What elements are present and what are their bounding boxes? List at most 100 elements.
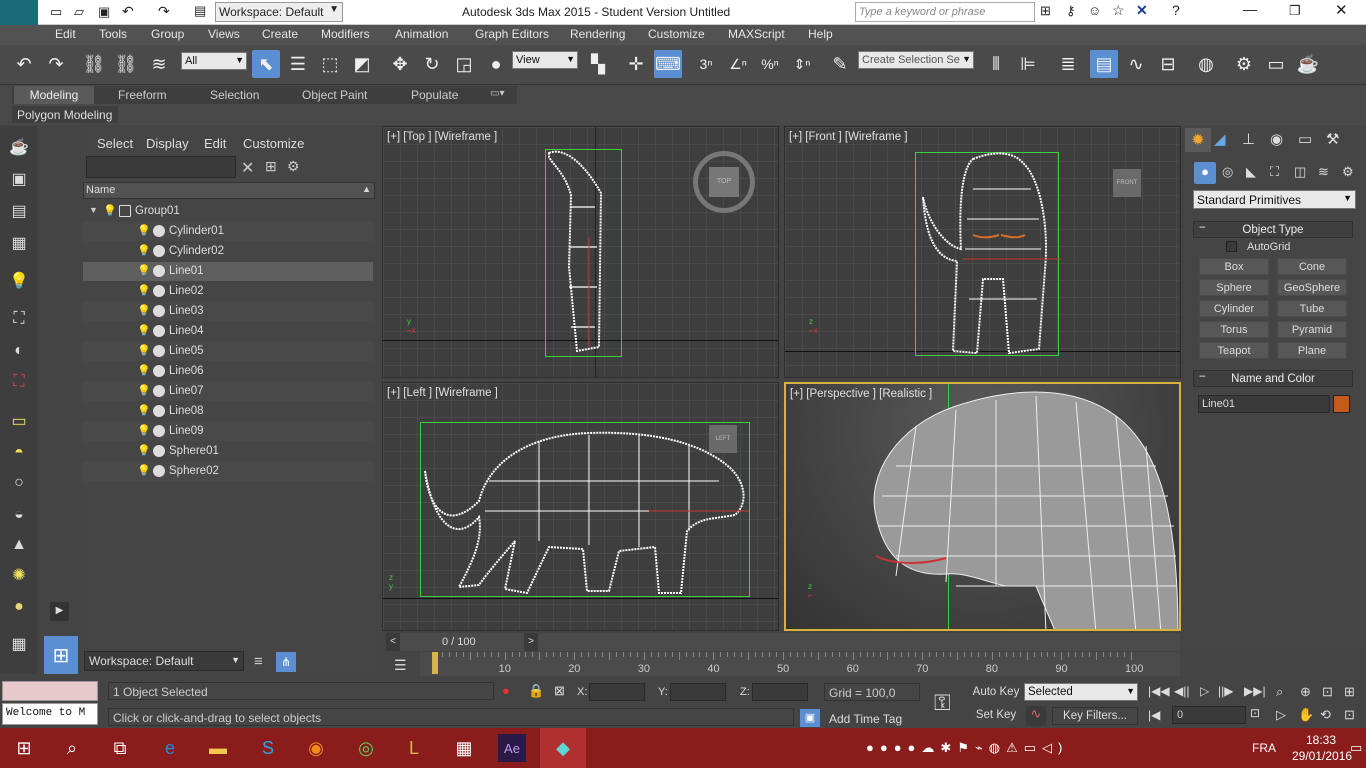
clock-time[interactable]: 18:33: [1306, 733, 1336, 747]
visibility-bulb-icon[interactable]: 💡: [137, 244, 151, 257]
save-icon[interactable]: ▣: [98, 4, 110, 20]
explorer-menu-display[interactable]: Display: [146, 136, 189, 151]
scene-explorer-icon[interactable]: ▤: [1090, 50, 1118, 78]
explorer-menu-select[interactable]: Select: [97, 136, 133, 151]
edge-icon[interactable]: e: [156, 734, 184, 762]
maximize-viewport-icon[interactable]: ⊡: [1344, 707, 1355, 723]
visibility-bulb-icon[interactable]: 💡: [137, 364, 151, 377]
add-time-tag[interactable]: Add Time Tag: [829, 712, 902, 726]
table-row[interactable]: 💡 Line03: [83, 302, 373, 321]
star-icon[interactable]: ☆: [1112, 2, 1125, 19]
select-object-icon[interactable]: ⬉: [252, 50, 280, 78]
column-header-name[interactable]: Name ▲: [83, 182, 375, 199]
explorer-search-input[interactable]: [86, 156, 236, 178]
unlink-icon[interactable]: ⛓: [112, 50, 140, 78]
zoom-all-icon[interactable]: ⊕: [1300, 684, 1311, 700]
named-selection-dropdown[interactable]: Create Selection Se ▼: [858, 51, 974, 69]
menu-animation[interactable]: Animation: [395, 27, 448, 41]
render-setup-icon[interactable]: ⚙: [1230, 50, 1258, 78]
move-icon[interactable]: ✥: [386, 50, 414, 78]
table-row[interactable]: 💡 Line01: [83, 262, 373, 281]
tab-selection[interactable]: Selection: [210, 88, 259, 102]
edit-named-selection-icon[interactable]: ✎: [826, 50, 854, 78]
minimize-icon[interactable]: —: [1243, 1, 1257, 17]
viewport-label-top[interactable]: [+] [Top ] [Wireframe ]: [387, 131, 497, 143]
light-icon[interactable]: 💡: [6, 268, 32, 294]
auto-key-button[interactable]: Auto Key: [972, 684, 1020, 702]
layer-explorer-icon[interactable]: ≣: [1054, 50, 1082, 78]
geosphere-button[interactable]: GeoSphere: [1277, 279, 1347, 296]
align-icon[interactable]: ⊫: [1014, 50, 1042, 78]
next-frame-icon[interactable]: >: [524, 633, 538, 651]
table-row[interactable]: 💡 Line09: [83, 422, 373, 441]
viewport-label-left[interactable]: [+] [Left ] [Wireframe ]: [387, 387, 498, 399]
sphere-button[interactable]: Sphere: [1199, 279, 1269, 296]
time-config-icon[interactable]: ⊡: [1250, 706, 1260, 720]
menu-create[interactable]: Create: [262, 27, 298, 41]
goto-start-icon[interactable]: |◀◀: [1148, 684, 1170, 698]
viewport-perspective[interactable]: [+] [Perspective ] [Realistic ] z ⌐: [784, 382, 1181, 631]
table-row[interactable]: 💡 Line07: [83, 382, 373, 401]
menu-help[interactable]: Help: [808, 27, 833, 41]
rectangular-selection-icon[interactable]: ⬚: [316, 50, 344, 78]
hierarchy-tab-icon[interactable]: ⊥: [1242, 130, 1255, 148]
table-row[interactable]: 💡 Cylinder02: [83, 242, 373, 261]
visibility-bulb-icon[interactable]: 💡: [103, 204, 117, 217]
binoculars-icon[interactable]: ⊞: [1040, 3, 1051, 19]
keyboard-shortcut-override-icon[interactable]: ⌨: [654, 50, 682, 78]
menu-edit[interactable]: Edit: [55, 27, 76, 41]
3dsmax-taskbar-icon[interactable]: ◆: [540, 728, 586, 768]
autogrid-checkbox[interactable]: [1226, 241, 1237, 252]
set-key-icon[interactable]: ⚿: [934, 690, 951, 716]
rendered-frame-icon[interactable]: ▭: [1262, 50, 1290, 78]
new-icon[interactable]: ▭: [50, 4, 62, 20]
x-coord-input[interactable]: [589, 683, 645, 701]
motion-tab-icon[interactable]: ◉: [1270, 130, 1283, 148]
percent-snap-icon[interactable]: % ⁿ: [756, 50, 784, 78]
visibility-bulb-icon[interactable]: 💡: [137, 304, 151, 317]
window-crossing-icon[interactable]: ◩: [348, 50, 376, 78]
current-frame-input[interactable]: 0: [1172, 706, 1246, 724]
zoom-extents-icon[interactable]: ⊡: [1322, 684, 1333, 700]
notifications-icon[interactable]: ▭: [1350, 740, 1362, 756]
systems-icon[interactable]: ⚙: [1342, 164, 1354, 180]
rotate-icon[interactable]: ↻: [418, 50, 446, 78]
visibility-bulb-icon[interactable]: 💡: [137, 224, 151, 237]
maxscript-mini-listener[interactable]: Welcome to M: [2, 703, 98, 725]
prev-key-icon[interactable]: ◀||: [1174, 684, 1189, 698]
windows-start-icon[interactable]: ⊞: [10, 734, 38, 762]
zoom-extents-all-icon[interactable]: ⊞: [1344, 684, 1355, 700]
visibility-bulb-icon[interactable]: 💡: [137, 264, 151, 277]
viewcube-left[interactable]: LEFT: [709, 425, 737, 453]
pan-icon[interactable]: ✋: [1298, 707, 1314, 723]
ribbon-options-icon[interactable]: ▭▾: [490, 88, 504, 99]
viewport-front[interactable]: [+] [Front ] [Wireframe ] FRONT z ⌐x: [784, 126, 1181, 378]
sphere-camera-icon[interactable]: ◐: [6, 338, 32, 364]
hierarchy-icon[interactable]: ⋔: [276, 652, 296, 672]
time-slider[interactable]: < 0 / 100 >: [386, 633, 1180, 651]
cylinder-button[interactable]: Cylinder: [1199, 300, 1269, 317]
prev-frame-icon[interactable]: <: [386, 633, 400, 651]
modify-tab-icon[interactable]: ◢: [1214, 130, 1226, 148]
cone-button[interactable]: Cone: [1277, 258, 1347, 275]
material-editor-icon[interactable]: ◍: [1192, 50, 1220, 78]
table-row[interactable]: 💡 Sphere01: [83, 442, 373, 461]
category-dropdown[interactable]: Standard Primitives ▼: [1193, 190, 1356, 209]
visibility-bulb-icon[interactable]: 💡: [137, 384, 151, 397]
camera-icon[interactable]: ⛶: [6, 306, 32, 332]
mirror-icon[interactable]: ⫴: [982, 50, 1010, 78]
search-input[interactable]: Type a keyword or phrase: [855, 2, 1035, 22]
display-tab-icon[interactable]: ▭: [1298, 130, 1312, 148]
goto-end-icon[interactable]: ▶▶|: [1244, 684, 1266, 698]
dome-icon[interactable]: ◓: [6, 440, 32, 466]
track-bar[interactable]: 10 20 30 40 50 60 70 80 90 100: [420, 652, 1180, 676]
plane-button[interactable]: Plane: [1277, 342, 1347, 359]
menu-group[interactable]: Group: [151, 27, 184, 41]
curve-editor-icon[interactable]: ∿: [1122, 50, 1150, 78]
clock-date[interactable]: 29/01/2016: [1292, 749, 1352, 763]
help-icon[interactable]: ?: [1172, 2, 1180, 18]
store-icon[interactable]: ▦: [450, 734, 478, 762]
script-icon[interactable]: ▤: [6, 198, 32, 224]
teapot-icon[interactable]: ☕: [6, 134, 32, 160]
y-coord-input[interactable]: [670, 683, 726, 701]
